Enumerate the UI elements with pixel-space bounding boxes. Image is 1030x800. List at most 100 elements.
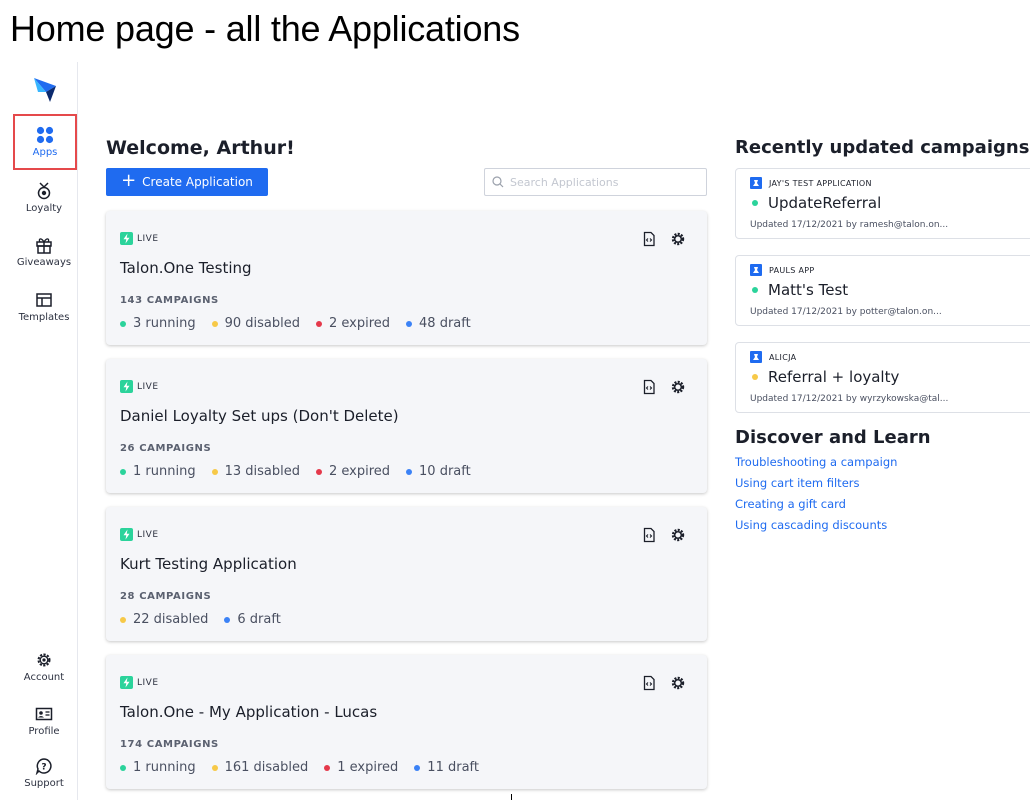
stat-draft: 10 draft xyxy=(406,464,471,479)
application-icon xyxy=(750,351,762,363)
create-application-label: Create Application xyxy=(142,175,253,189)
live-label: LIVE xyxy=(137,381,159,392)
settings-gear-icon[interactable] xyxy=(670,379,686,395)
stat-running: 3 running xyxy=(120,316,196,331)
campaign-name[interactable]: UpdateReferral xyxy=(752,194,881,212)
campaign-app: ALICJA xyxy=(750,351,796,363)
application-name[interactable]: Daniel Loyalty Set ups (Don't Delete) xyxy=(120,407,399,425)
campaign-app: PAULS APP xyxy=(750,264,815,276)
search-box[interactable] xyxy=(484,168,707,196)
campaign-stats: 1 running 161 disabled 1 expired 11 draf… xyxy=(120,760,479,775)
application-icon xyxy=(750,177,762,189)
campaign-updated: Updated 17/12/2021 by wyrzykowska@tal... xyxy=(750,394,949,404)
campaign-stats: 1 running 13 disabled 2 expired 10 draft xyxy=(120,464,471,479)
stat-disabled: 161 disabled xyxy=(211,760,308,775)
campaign-app-name: ALICJA xyxy=(769,352,797,362)
settings-gear-icon[interactable] xyxy=(670,527,686,543)
search-input[interactable] xyxy=(510,175,695,189)
campaign-app-name: PAULS APP xyxy=(769,265,815,275)
status-dot xyxy=(211,764,218,771)
link-cascading-discounts[interactable]: Using cascading discounts xyxy=(735,518,887,532)
link-cart-item-filters[interactable]: Using cart item filters xyxy=(735,476,860,490)
apps-grid-icon xyxy=(36,126,54,144)
status-dot xyxy=(752,374,758,380)
sidebar-item-label: Loyalty xyxy=(25,203,63,214)
stat-draft: 6 draft xyxy=(224,612,281,627)
application-name[interactable]: Talon.One - My Application - Lucas xyxy=(120,703,377,721)
live-badge: LIVE xyxy=(120,380,159,393)
application-card[interactable]: LIVE Talon.One Testing 143 CAMPAIGNS 3 r… xyxy=(106,211,707,345)
sidebar-item-giveaways[interactable]: Giveaways xyxy=(0,236,88,268)
stat-disabled: 13 disabled xyxy=(211,464,300,479)
settings-gear-icon[interactable] xyxy=(670,231,686,247)
sidebar-item-profile[interactable]: Profile xyxy=(0,705,88,737)
status-dot xyxy=(752,287,758,293)
welcome-heading: Welcome, Arthur! xyxy=(106,137,295,159)
sidebar-item-templates[interactable]: Templates xyxy=(0,291,88,323)
application-name[interactable]: Talon.One Testing xyxy=(120,259,252,277)
campaign-name[interactable]: Referral + loyalty xyxy=(752,368,899,386)
status-dot xyxy=(120,764,126,771)
status-dot xyxy=(752,200,758,206)
status-dot xyxy=(211,468,218,475)
recent-campaign-card[interactable]: JAY'S TEST APPLICATION UpdateReferral Up… xyxy=(735,168,1030,239)
sidebar-item-label: Profile xyxy=(28,726,60,737)
sidebar-item-label: Giveaways xyxy=(16,257,72,268)
link-troubleshooting-campaign[interactable]: Troubleshooting a campaign xyxy=(735,455,897,469)
export-icon[interactable] xyxy=(641,527,657,543)
sidebar-item-label: Templates xyxy=(18,312,70,323)
help-icon: ? xyxy=(35,758,52,775)
export-icon[interactable] xyxy=(641,231,657,247)
sidebar-item-label: Support xyxy=(24,778,64,789)
lightning-icon xyxy=(120,528,133,541)
stat-expired: 2 expired xyxy=(315,316,390,331)
campaign-name[interactable]: Matt's Test xyxy=(752,281,848,299)
sidebar: Apps Loyalty Giveaways Templates Account… xyxy=(0,62,78,800)
live-badge: LIVE xyxy=(120,676,159,689)
status-dot xyxy=(406,320,413,327)
sidebar-item-label: Account xyxy=(23,672,65,683)
status-dot xyxy=(324,764,331,771)
application-card[interactable]: LIVE Kurt Testing Application 28 CAMPAIG… xyxy=(106,507,707,641)
status-dot xyxy=(414,764,421,771)
application-card[interactable]: LIVE Daniel Loyalty Set ups (Don't Delet… xyxy=(106,359,707,493)
link-gift-card[interactable]: Creating a gift card xyxy=(735,497,846,511)
card-actions xyxy=(641,527,686,543)
stat-expired: 2 expired xyxy=(315,464,390,479)
sidebar-item-apps[interactable]: Apps xyxy=(13,114,77,170)
status-dot xyxy=(211,320,218,327)
application-name[interactable]: Kurt Testing Application xyxy=(120,555,297,573)
campaign-updated: Updated 17/12/2021 by ramesh@talon.on... xyxy=(750,220,949,230)
gear-icon xyxy=(37,653,51,667)
settings-gear-icon[interactable] xyxy=(670,675,686,691)
lightning-icon xyxy=(120,380,133,393)
sidebar-item-support[interactable]: ? Support xyxy=(0,757,88,789)
status-dot xyxy=(315,320,322,327)
create-application-button[interactable]: + Create Application xyxy=(106,168,268,196)
export-icon[interactable] xyxy=(641,675,657,691)
recent-campaign-card[interactable]: PAULS APP Matt's Test Updated 17/12/2021… xyxy=(735,255,1030,326)
cursor-marker xyxy=(511,794,512,800)
talon-one-logo[interactable] xyxy=(32,74,58,104)
sidebar-item-loyalty[interactable]: Loyalty xyxy=(0,182,88,214)
loyalty-medal-icon xyxy=(37,182,51,200)
gift-icon xyxy=(36,238,52,254)
lightning-icon xyxy=(120,676,133,689)
status-dot xyxy=(120,616,126,623)
campaign-stats: 3 running 90 disabled 2 expired 48 draft xyxy=(120,316,471,331)
recent-campaign-card[interactable]: ALICJA Referral + loyalty Updated 17/12/… xyxy=(735,342,1030,413)
application-card[interactable]: LIVE Talon.One - My Application - Lucas … xyxy=(106,655,707,789)
live-badge: LIVE xyxy=(120,232,159,245)
live-label: LIVE xyxy=(137,233,159,244)
stat-running: 1 running xyxy=(120,760,196,775)
discover-learn-title: Discover and Learn xyxy=(735,427,931,448)
campaign-count: 28 CAMPAIGNS xyxy=(120,591,212,602)
stat-draft: 48 draft xyxy=(406,316,471,331)
sidebar-item-account[interactable]: Account xyxy=(0,651,88,683)
live-badge: LIVE xyxy=(120,528,159,541)
export-icon[interactable] xyxy=(641,379,657,395)
status-dot xyxy=(120,320,126,327)
card-actions xyxy=(641,379,686,395)
live-label: LIVE xyxy=(137,529,159,540)
stat-draft: 11 draft xyxy=(414,760,479,775)
